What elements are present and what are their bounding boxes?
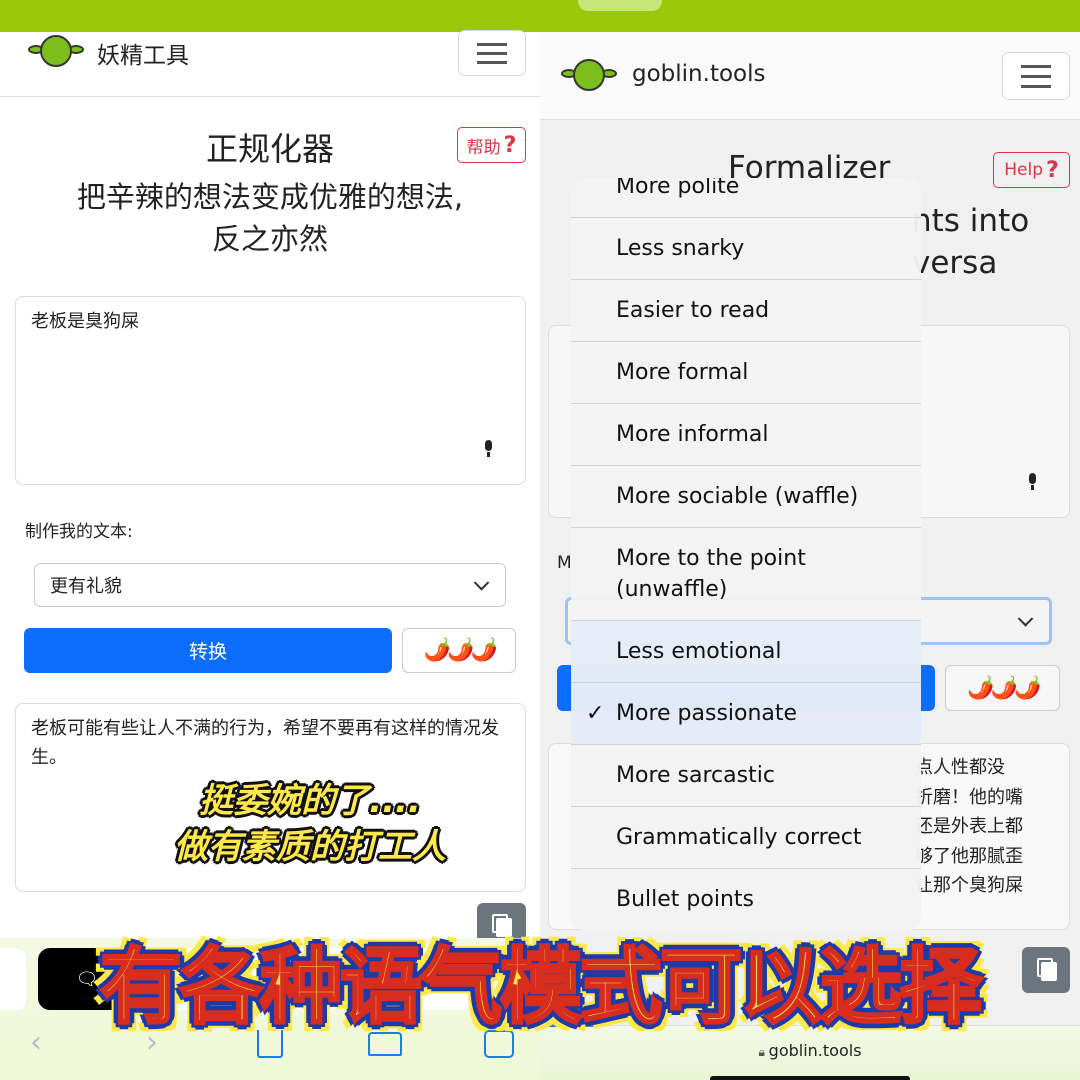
subtitle-line: 反之亦然 — [211, 222, 328, 256]
tone-dropdown-menu: More polite Less snarky Easier to read M… — [571, 178, 921, 930]
banner-caption: 有各种语气模式可以选择 — [98, 939, 983, 1037]
option-more-to-the-point[interactable]: More to the point (unwaffle) — [571, 528, 921, 621]
help-label: Help — [1004, 160, 1043, 180]
brand-name: goblin.tools — [632, 61, 766, 87]
output-line: 折磨！他的嘴 — [915, 786, 1023, 808]
subtitle-partial: versa — [912, 245, 998, 281]
tone-select[interactable]: 更有礼貌 — [34, 563, 506, 607]
spiciness-button[interactable]: 🌶️🌶️🌶️ — [945, 665, 1060, 711]
option-more-formal[interactable]: More formal — [571, 342, 921, 404]
caption-overlay: 挺委婉的了.... 做有素质的打工人 — [130, 778, 490, 870]
output-line: 够了他那腻歪 — [915, 845, 1023, 867]
help-button[interactable]: 帮助? — [457, 127, 526, 163]
option-more-passionate[interactable]: ✓ More passionate — [571, 683, 921, 745]
header — [540, 32, 1080, 120]
option-less-snarky[interactable]: Less snarky — [571, 218, 921, 280]
microphone-icon[interactable] — [483, 440, 493, 457]
text-input[interactable]: 老板是臭狗屎 — [15, 296, 526, 485]
question-icon: ? — [1046, 157, 1059, 183]
subtitle-line: 把辛辣的想法变成优雅的想法, — [76, 180, 464, 214]
input-text: 老板是臭狗屎 — [31, 311, 139, 332]
header-divider — [0, 96, 540, 97]
select-value: 更有礼貌 — [50, 576, 122, 597]
option-more-sociable[interactable]: More sociable (waffle) — [571, 466, 921, 528]
caption-line: 做有素质的打工人 — [174, 827, 446, 867]
status-bar — [0, 0, 540, 32]
caption-line: 挺委婉的了.... — [199, 781, 421, 821]
menu-toggle-button[interactable] — [1002, 52, 1070, 100]
home-indicator — [710, 1076, 910, 1080]
url-text: goblin.tools — [768, 1041, 862, 1060]
help-label: 帮助 — [466, 137, 501, 158]
convert-button[interactable]: 转换 — [24, 628, 392, 673]
output-text: 老板可能有些让人不满的行为，希望不要再有这样的情况发生。 — [31, 718, 499, 768]
output-line: 还是外表上都 — [915, 816, 1023, 837]
status-pill — [578, 0, 662, 11]
option-grammatically-correct[interactable]: Grammatically correct — [571, 807, 921, 869]
option-less-emotional[interactable]: Less emotional — [571, 621, 921, 683]
goblin-logo-icon — [561, 59, 617, 93]
output-text: 点人性都没 折磨！他的嘴 还是外表上都 够了他那腻歪 让那个臭狗屎 — [915, 753, 1023, 901]
subtitle-partial: nts into — [912, 203, 1030, 239]
spiciness-button[interactable]: 🌶️🌶️🌶️ — [402, 628, 516, 673]
question-icon: ? — [503, 132, 517, 158]
lock-icon: 🔒︎ — [758, 1045, 769, 1059]
option-more-polite[interactable]: More polite — [571, 178, 921, 218]
checkmark-icon: ✓ — [586, 701, 605, 726]
chevron-down-icon — [473, 575, 490, 591]
microphone-icon[interactable] — [1027, 473, 1037, 490]
make-text-label: 制作我的文本: — [25, 522, 133, 542]
option-label: More passionate — [616, 701, 798, 726]
output-line: 点人性都没 — [915, 757, 1005, 778]
chevron-down-icon — [1017, 611, 1034, 627]
url-display[interactable]: 🔒︎ goblin.tools — [540, 1041, 1080, 1060]
output-line: 让那个臭狗屎 — [915, 875, 1023, 896]
brand-name: 妖精工具 — [97, 43, 189, 69]
make-text-label: M — [557, 553, 572, 573]
option-more-informal[interactable]: More informal — [571, 404, 921, 466]
option-easier-to-read[interactable]: Easier to read — [571, 280, 921, 342]
page-subtitle: 把辛辣的想法变成优雅的想法, 反之亦然 — [0, 176, 540, 260]
option-more-sarcastic[interactable]: More sarcastic — [571, 745, 921, 807]
goblin-logo-icon — [28, 35, 84, 69]
left-phone-screen: 妖精工具 正规化器 帮助? 把辛辣的想法变成优雅的想法, 反之亦然 老板是臭狗屎 … — [0, 0, 540, 1080]
menu-toggle-button[interactable] — [458, 30, 526, 76]
help-button[interactable]: Help? — [993, 152, 1070, 188]
